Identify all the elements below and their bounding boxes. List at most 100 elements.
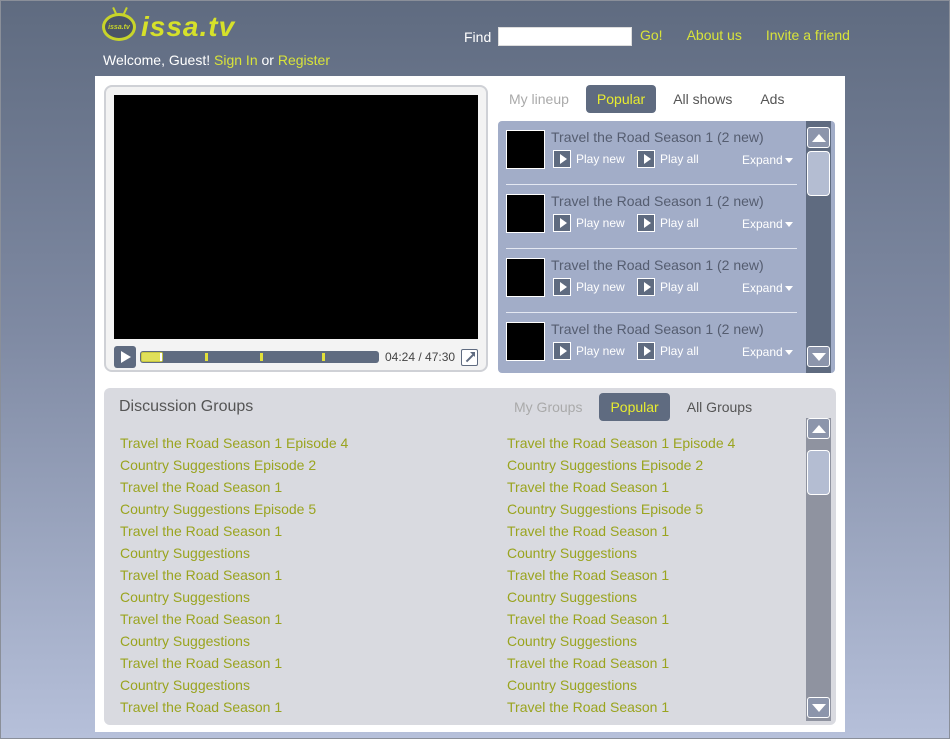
group-link[interactable]: Travel the Road Season 1	[120, 522, 348, 544]
play-new-button[interactable]: Play new	[553, 342, 625, 360]
group-link[interactable]: Travel the Road Season 1	[507, 566, 735, 588]
chapter-marker[interactable]	[260, 353, 263, 361]
group-list-left: Travel the Road Season 1 Episode 4 Count…	[120, 434, 348, 720]
play-all-button[interactable]: Play all	[637, 150, 699, 168]
group-link[interactable]: Travel the Road Season 1	[507, 654, 735, 676]
play-icon	[637, 150, 655, 168]
scroll-up-button[interactable]	[807, 418, 830, 439]
show-title[interactable]: Travel the Road Season 1 (2 new)	[551, 321, 764, 337]
group-link[interactable]: Travel the Road Season 1 Episode 4	[507, 434, 735, 456]
group-tabs: My Groups Popular All Groups	[503, 393, 763, 421]
play-icon	[637, 214, 655, 232]
play-button[interactable]	[114, 346, 136, 368]
time-display: 04:24 / 47:30	[385, 350, 456, 364]
show-item: Travel the Road Season 1 (2 new) Play ne…	[506, 121, 797, 185]
show-title[interactable]: Travel the Road Season 1 (2 new)	[551, 129, 764, 145]
play-new-button[interactable]: Play new	[553, 150, 625, 168]
expand-button[interactable]: Expand	[742, 217, 793, 231]
group-link[interactable]: Country Suggestions	[507, 676, 735, 698]
play-new-button[interactable]: Play new	[553, 214, 625, 232]
play-all-label: Play all	[660, 152, 699, 166]
group-link[interactable]: Travel the Road Season 1	[507, 478, 735, 500]
group-link[interactable]: Travel the Road Season 1	[120, 566, 348, 588]
play-all-button[interactable]: Play all	[637, 278, 699, 296]
groups-scrollbar[interactable]	[806, 418, 831, 721]
show-item: Travel the Road Season 1 (2 new) Play ne…	[506, 185, 797, 249]
scroll-up-button[interactable]	[807, 127, 830, 148]
play-icon	[553, 150, 571, 168]
show-thumbnail[interactable]	[506, 130, 545, 169]
main-panel: 04:24 / 47:30 My lineup Popular All show…	[95, 76, 845, 732]
tab-all-groups[interactable]: All Groups	[676, 393, 763, 421]
group-link[interactable]: Country Suggestions	[507, 588, 735, 610]
scroll-thumb[interactable]	[807, 450, 830, 495]
register-link[interactable]: Register	[278, 52, 330, 68]
scroll-thumb[interactable]	[807, 151, 830, 196]
tab-my-groups[interactable]: My Groups	[503, 393, 593, 421]
expand-button[interactable]: Expand	[742, 345, 793, 359]
tab-ads[interactable]: Ads	[749, 85, 795, 113]
play-new-button[interactable]: Play new	[553, 278, 625, 296]
tab-all-shows[interactable]: All shows	[662, 85, 743, 113]
progress-knob[interactable]	[160, 353, 162, 361]
group-link[interactable]: Travel the Road Season 1	[120, 698, 348, 720]
tab-my-lineup[interactable]: My lineup	[498, 85, 580, 113]
tab-popular[interactable]: Popular	[585, 85, 657, 113]
group-link[interactable]: Travel the Road Season 1	[120, 610, 348, 632]
group-list-right: Travel the Road Season 1 Episode 4 Count…	[507, 434, 735, 720]
fullscreen-icon[interactable]	[461, 348, 479, 366]
show-title[interactable]: Travel the Road Season 1 (2 new)	[551, 193, 764, 209]
about-us-link[interactable]: About us	[687, 27, 742, 43]
group-link[interactable]: Travel the Road Season 1	[507, 610, 735, 632]
show-lineup-list: Travel the Road Season 1 (2 new) Play ne…	[498, 121, 835, 373]
top-nav: Go! About us Invite a friend	[640, 27, 850, 43]
sign-in-link[interactable]: Sign In	[214, 52, 258, 68]
invite-friend-link[interactable]: Invite a friend	[766, 27, 850, 43]
group-link[interactable]: Country Suggestions Episode 2	[507, 456, 735, 478]
search-input[interactable]	[498, 27, 633, 46]
play-new-label: Play new	[576, 280, 625, 294]
group-link[interactable]: Travel the Road Season 1	[120, 478, 348, 500]
expand-button[interactable]: Expand	[742, 281, 793, 295]
video-screen[interactable]	[114, 95, 478, 339]
chapter-marker[interactable]	[205, 353, 208, 361]
scroll-down-button[interactable]	[807, 697, 830, 718]
video-player: 04:24 / 47:30	[104, 85, 488, 372]
site-logo[interactable]: issa.tv issa.tv	[102, 11, 235, 43]
show-thumbnail[interactable]	[506, 258, 545, 297]
tab-popular-groups[interactable]: Popular	[599, 393, 670, 421]
play-icon	[121, 351, 131, 363]
play-icon	[553, 278, 571, 296]
arrow-down-icon	[811, 703, 826, 712]
group-link[interactable]: Country Suggestions Episode 2	[120, 456, 348, 478]
chapter-marker[interactable]	[322, 353, 325, 361]
lineup-scrollbar[interactable]	[806, 121, 831, 373]
player-controls: 04:24 / 47:30	[114, 346, 480, 368]
group-link[interactable]: Country Suggestions	[507, 544, 735, 566]
play-all-label: Play all	[660, 216, 699, 230]
play-all-button[interactable]: Play all	[637, 214, 699, 232]
group-link[interactable]: Travel the Road Season 1	[120, 654, 348, 676]
play-all-button[interactable]: Play all	[637, 342, 699, 360]
group-link[interactable]: Travel the Road Season 1	[507, 522, 735, 544]
search-form: Find	[464, 27, 633, 46]
group-link[interactable]: Country Suggestions Episode 5	[507, 500, 735, 522]
group-link[interactable]: Country Suggestions Episode 5	[120, 500, 348, 522]
scroll-down-button[interactable]	[807, 346, 830, 367]
group-link[interactable]: Country Suggestions	[507, 632, 735, 654]
show-thumbnail[interactable]	[506, 322, 545, 361]
progress-bar[interactable]	[140, 351, 379, 363]
expand-button[interactable]: Expand	[742, 153, 793, 167]
group-link[interactable]: Country Suggestions	[120, 588, 348, 610]
go-button[interactable]: Go!	[640, 27, 663, 43]
logo-badge-text: issa.tv	[108, 23, 130, 31]
show-thumbnail[interactable]	[506, 194, 545, 233]
play-icon	[637, 342, 655, 360]
play-new-label: Play new	[576, 152, 625, 166]
group-link[interactable]: Country Suggestions	[120, 676, 348, 698]
show-title[interactable]: Travel the Road Season 1 (2 new)	[551, 257, 764, 273]
group-link[interactable]: Travel the Road Season 1	[507, 698, 735, 720]
group-link[interactable]: Travel the Road Season 1 Episode 4	[120, 434, 348, 456]
group-link[interactable]: Country Suggestions	[120, 632, 348, 654]
group-link[interactable]: Country Suggestions	[120, 544, 348, 566]
